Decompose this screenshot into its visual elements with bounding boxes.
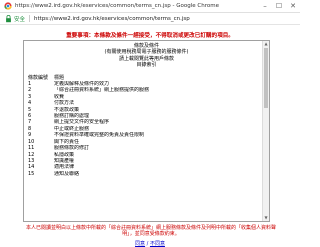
address-bar[interactable]: 安全 https://www2.ird.gov.hk/eservices/com… bbox=[0, 13, 300, 25]
toc-row[interactable]: 15 通知及聯絡 bbox=[28, 171, 265, 177]
toc-list: 1 定義與解釋及條件的效力 2 「綜合註冊資料系統」網上服務提供的服務 3 收費 4 付款方法… bbox=[28, 81, 265, 177]
terms-scrollbar[interactable]: ▲ ▼ bbox=[262, 41, 269, 221]
close-icon[interactable]: ✕ bbox=[286, 0, 300, 12]
url-text[interactable]: https://www2.ird.gov.hk/eservices/common… bbox=[34, 16, 190, 22]
lock-icon[interactable] bbox=[5, 14, 12, 23]
toc-row-title[interactable]: 通知及聯絡 bbox=[54, 171, 265, 177]
scroll-up-icon[interactable]: ▲ bbox=[263, 41, 269, 47]
chrome-logo-icon bbox=[4, 2, 12, 10]
scroll-down-icon[interactable]: ▼ bbox=[263, 215, 269, 221]
maximize-icon[interactable]: ☐ bbox=[272, 0, 286, 12]
important-notice: 重要事項：本條款及條件一經接受，不得取消或更改已訂購的項目。 bbox=[66, 33, 234, 39]
accept-decline-links: 同意 / 不同意 bbox=[0, 240, 300, 247]
secure-label[interactable]: 安全 bbox=[14, 15, 25, 23]
toc-row-number: 15 bbox=[28, 170, 35, 177]
acceptance-statement: 本人已閱讀並明白以上條款中所載的「綜合註冊資料系統」網上服務條款及條件及列明中所… bbox=[25, 225, 276, 238]
terms-heading: 條款及條件 (有關使用稅務局電子服務的服務條件) 請上載閱覽此等用戶條款 目錄索… bbox=[28, 43, 265, 69]
address-divider bbox=[29, 15, 31, 22]
window-titlebar: https://www2.ird.gov.hk/eservices/common… bbox=[0, 0, 300, 13]
terms-heading-line: 目錄索引 bbox=[136, 62, 157, 69]
accept-link[interactable]: 同意 bbox=[135, 241, 145, 247]
window-title: https://www2.ird.gov.hk/eservices/common… bbox=[15, 3, 219, 9]
scroll-thumb[interactable] bbox=[264, 48, 268, 108]
minimize-icon[interactable]: – bbox=[258, 0, 272, 12]
terms-textbox[interactable]: 條款及條件 (有關使用稅務局電子服務的服務條件) 請上載閱覽此等用戶條款 目錄索… bbox=[23, 40, 270, 222]
decline-link[interactable]: 不同意 bbox=[150, 241, 165, 247]
